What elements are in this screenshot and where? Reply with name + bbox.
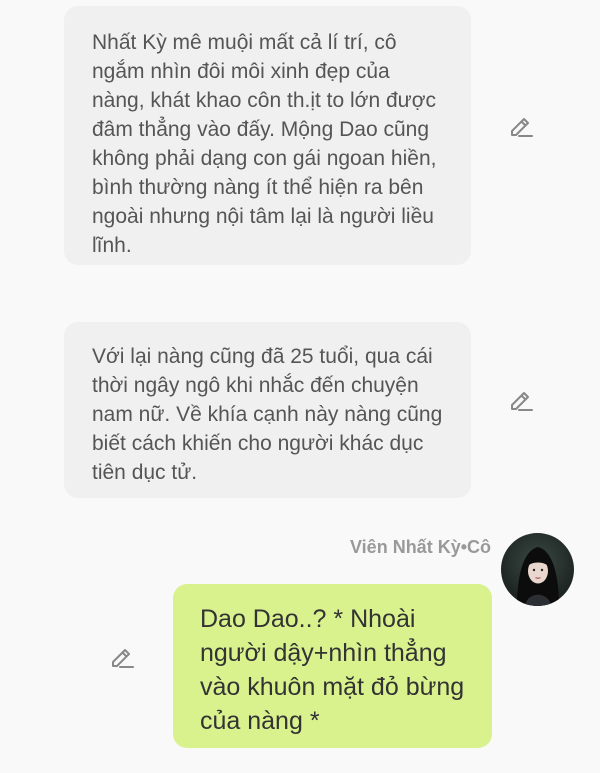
message-bubble-incoming[interactable]: Nhất Kỳ mê muội mất cả lí trí, cô ngắm n… xyxy=(64,6,471,265)
sender-name: Viên Nhất Kỳ•Cô xyxy=(350,537,491,557)
message-text: Dao Dao..? * Nhoài người dậy+nhìn thẳng … xyxy=(200,605,465,735)
pencil-icon[interactable] xyxy=(507,111,535,139)
message-bubble-outgoing[interactable]: Dao Dao..? * Nhoài người dậy+nhìn thẳng … xyxy=(173,584,492,748)
pencil-icon[interactable] xyxy=(108,642,136,670)
message-bubble-incoming[interactable]: Với lại nàng cũng đã 25 tuổi, qua cái th… xyxy=(64,322,471,498)
message-text: Với lại nàng cũng đã 25 tuổi, qua cái th… xyxy=(92,345,443,484)
avatar[interactable] xyxy=(501,533,574,606)
message-text: Nhất Kỳ mê muội mất cả lí trí, cô ngắm n… xyxy=(92,31,437,257)
pencil-icon[interactable] xyxy=(507,385,535,413)
